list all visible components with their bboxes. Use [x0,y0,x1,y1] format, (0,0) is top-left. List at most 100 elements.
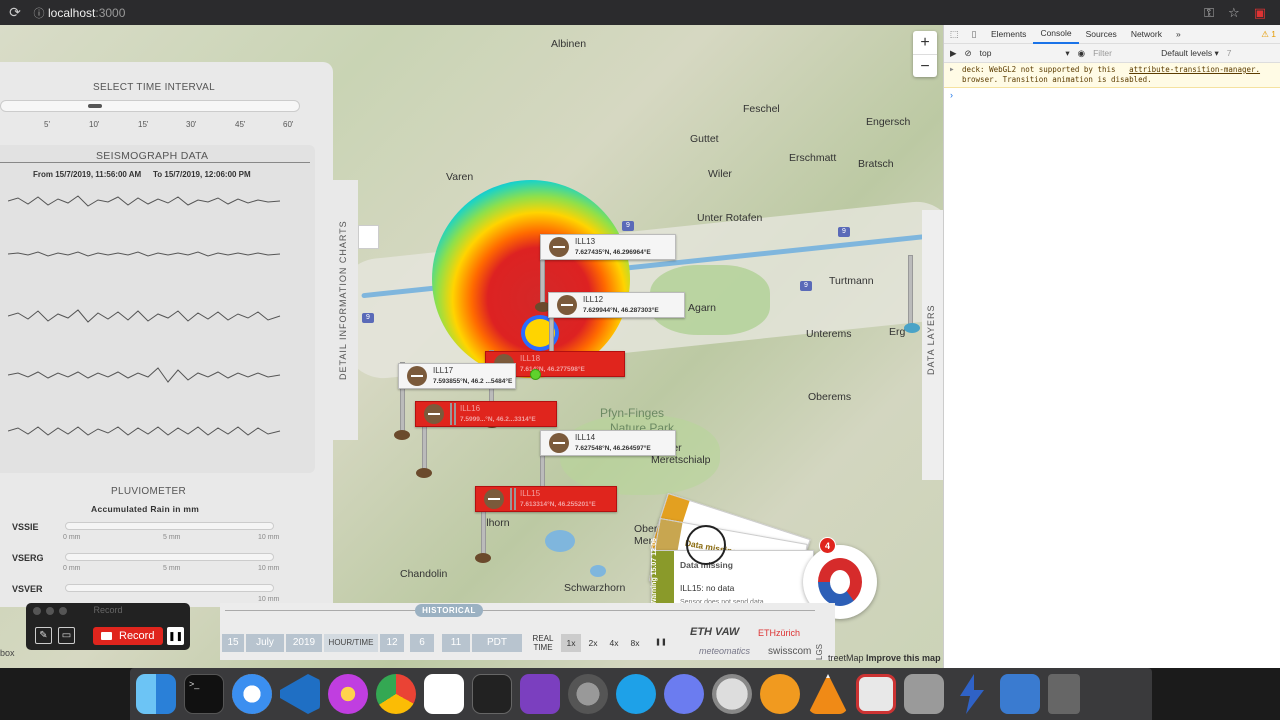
seismograph-trace[interactable] [8,418,283,444]
pen-tool-icon[interactable]: ✎ [35,627,52,644]
speed-1x[interactable]: 1x [561,634,581,652]
more-tabs-button[interactable]: » [1169,29,1188,39]
sensor-pole [908,255,913,327]
month-field[interactable]: July [246,634,284,652]
sensor-marker-ill14[interactable]: ILL14 7.627548°N, 46.264597°E [540,430,676,456]
trash-icon[interactable] [1048,674,1080,714]
pause-button[interactable]: ❚❚ [651,634,671,652]
levels-dropdown[interactable]: Default levels ▾ [1161,48,1219,59]
place-label: Engersch [866,116,911,128]
key-icon[interactable]: ⚿ [1204,5,1214,21]
address-bar[interactable]: localhost:3000 [48,6,1204,20]
speed-2x[interactable]: 2x [583,634,603,652]
inspect-icon[interactable]: ⬚ [944,29,964,40]
hour-field[interactable]: 12 [380,634,404,652]
box-label: box [0,648,15,658]
seismograph-title: SEISMOGRAPH DATA [96,150,209,162]
console-warning-message[interactable]: deck: WebGL2 not supported by this attri… [944,63,1280,88]
tab-network[interactable]: Network [1124,29,1169,39]
signal-bar [450,403,456,425]
sensor-marker-ill15[interactable]: ILL15 7.613314°N, 46.255201°E [475,486,617,512]
orange-app-icon[interactable] [760,674,800,714]
seismometer-icon [407,366,427,386]
sensor-marker-ill16[interactable]: ILL16 7.5999...°N, 46.2...3314°E [415,401,557,427]
chrome-icon[interactable] [376,674,416,714]
tab-sources[interactable]: Sources [1079,29,1124,39]
vscode-icon[interactable] [280,674,320,714]
signal-bar [510,488,516,510]
rectangle-tool-icon[interactable]: ▭ [58,627,75,644]
flower-app-icon[interactable] [328,674,368,714]
visual-studio-icon[interactable] [520,674,560,714]
time-interval-title: SELECT TIME INTERVAL [93,82,215,93]
warning-count[interactable]: ⚠ 1 [1261,29,1280,40]
seismometer-icon [424,404,444,424]
terminal-icon[interactable]: >_ [184,674,224,714]
realtime-button[interactable]: REAL TIME [529,634,557,652]
bookmark-star-icon[interactable]: ☆ [1228,5,1240,21]
speed-8x[interactable]: 8x [625,634,645,652]
console-filter-input[interactable]: Filter [1093,48,1153,58]
pause-record-button[interactable]: ❚❚ [167,627,184,645]
place-label: Varen [446,171,474,183]
place-label: Turtmann [829,275,874,287]
seismograph-trace[interactable] [8,188,283,214]
interval-tick: 10' [89,120,100,129]
context-select[interactable]: top ▾ [980,48,1070,59]
clear-console-icon[interactable]: ⊘ [965,48,972,59]
vlc-icon[interactable] [808,674,848,714]
map-popup-edge[interactable] [358,225,379,249]
seismometer-icon [549,433,569,453]
bolt-app-icon[interactable] [960,674,984,714]
sensor-marker-ill13[interactable]: ILL13 7.627435°N, 46.296964°E [540,234,676,260]
finder-icon[interactable] [136,674,176,714]
station-label: VSSIE [12,522,39,532]
sensor-marker-ill17[interactable]: ILL17 7.593855°N, 46.2 ...5484°E [398,363,516,389]
skype-icon[interactable] [616,674,656,714]
data-layers-tab[interactable]: DATA LAYERS [922,210,943,480]
place-label: Unterems [806,328,852,340]
sensor-base [394,430,410,440]
seismograph-trace[interactable] [8,362,283,388]
place-label: Chandolin [400,568,448,580]
zoom-control: + − [913,31,937,77]
device-toggle-icon[interactable]: ▯ [964,29,984,40]
detail-charts-tab[interactable]: DETAIL INFORMATION CHARTS [333,180,358,440]
speed-4x[interactable]: 4x [604,634,624,652]
map-attribution[interactable]: treetMap Improve this map [828,653,941,663]
day-field[interactable]: 15 [222,634,244,652]
sensor-marker-ill12[interactable]: ILL12 7.629944°N, 46.287303°E [548,292,685,318]
sync-icon[interactable] [1000,674,1040,714]
year-field[interactable]: 2019 [286,634,322,652]
partner-logo-swisscom: swisscom [768,646,812,657]
historical-tab[interactable]: HISTORICAL [415,604,483,617]
reeder-icon[interactable] [712,674,752,714]
time-interval-knob[interactable] [88,104,102,108]
seismograph-trace[interactable] [8,241,283,267]
seismograph-trace[interactable] [8,303,283,329]
unity-hub-icon[interactable] [424,674,464,714]
interval-tick: 45' [235,120,246,129]
system-preferences-icon[interactable] [568,674,608,714]
notification-card-active[interactable]: Warning 15.07 12:06 Data missing ILL15: … [651,538,814,610]
zoom-out-button[interactable]: − [913,54,937,77]
minute-field[interactable]: 6 [410,634,434,652]
extension-icon[interactable]: ▣ [1254,5,1266,21]
sidebar-toggle-icon[interactable]: ▶ [950,48,957,59]
unity-icon[interactable] [472,674,512,714]
tab-console[interactable]: Console [1033,25,1079,44]
reload-icon[interactable]: ⟳ [0,4,30,21]
preview-icon[interactable] [856,674,896,714]
eye-icon[interactable]: ◉ [1078,48,1085,59]
info-icon[interactable]: ⓘ [30,5,48,21]
calculator-icon[interactable] [904,674,944,714]
tab-elements[interactable]: Elements [984,29,1033,39]
safari-icon[interactable] [232,674,272,714]
console-prompt[interactable]: › [944,88,1280,102]
second-field[interactable]: 11 [442,634,470,652]
discord-icon[interactable] [664,674,704,714]
zoom-in-button[interactable]: + [913,31,937,54]
timezone-field[interactable]: PDT [472,634,522,652]
record-button[interactable]: Record [93,627,163,645]
time-interval-slider[interactable] [0,100,300,112]
